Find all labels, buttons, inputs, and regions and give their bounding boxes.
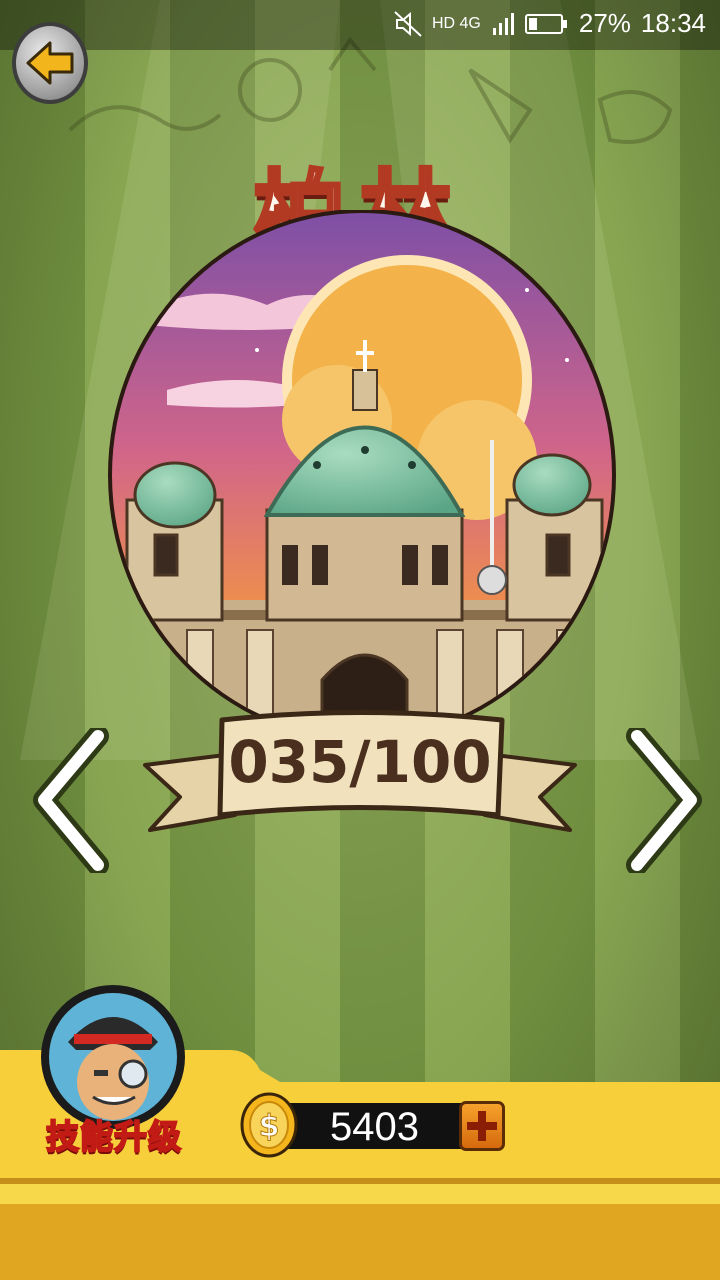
game-screen: HD 4G 27% 18:34 柏林 (0, 0, 720, 1280)
svg-text:$: $ (259, 1109, 280, 1144)
add-coins-button[interactable] (459, 1101, 505, 1151)
signal-icon (492, 12, 514, 35)
monocle-icon (118, 1059, 148, 1089)
plus-icon (467, 1111, 497, 1141)
coin-amount: 5403 (330, 1105, 419, 1149)
skill-upgrade-label[interactable]: 技能升级 (40, 1110, 188, 1158)
status-bar: HD 4G 27% 18:34 (0, 0, 720, 50)
back-button[interactable] (12, 22, 88, 104)
battery-percent: 27% (578, 8, 631, 38)
dollar-coin-icon: $ (240, 1092, 298, 1158)
mute-icon (394, 10, 422, 37)
level-progress-text: 035/100 (228, 728, 492, 796)
battery-icon (524, 13, 567, 34)
prev-city-button[interactable] (30, 728, 110, 873)
berlin-cathedral-illustration[interactable] (107, 210, 617, 740)
arrow-left-icon (26, 41, 74, 85)
network-type: HD 4G (431, 14, 481, 32)
next-city-button[interactable] (625, 728, 705, 873)
clock: 18:34 (640, 8, 706, 38)
